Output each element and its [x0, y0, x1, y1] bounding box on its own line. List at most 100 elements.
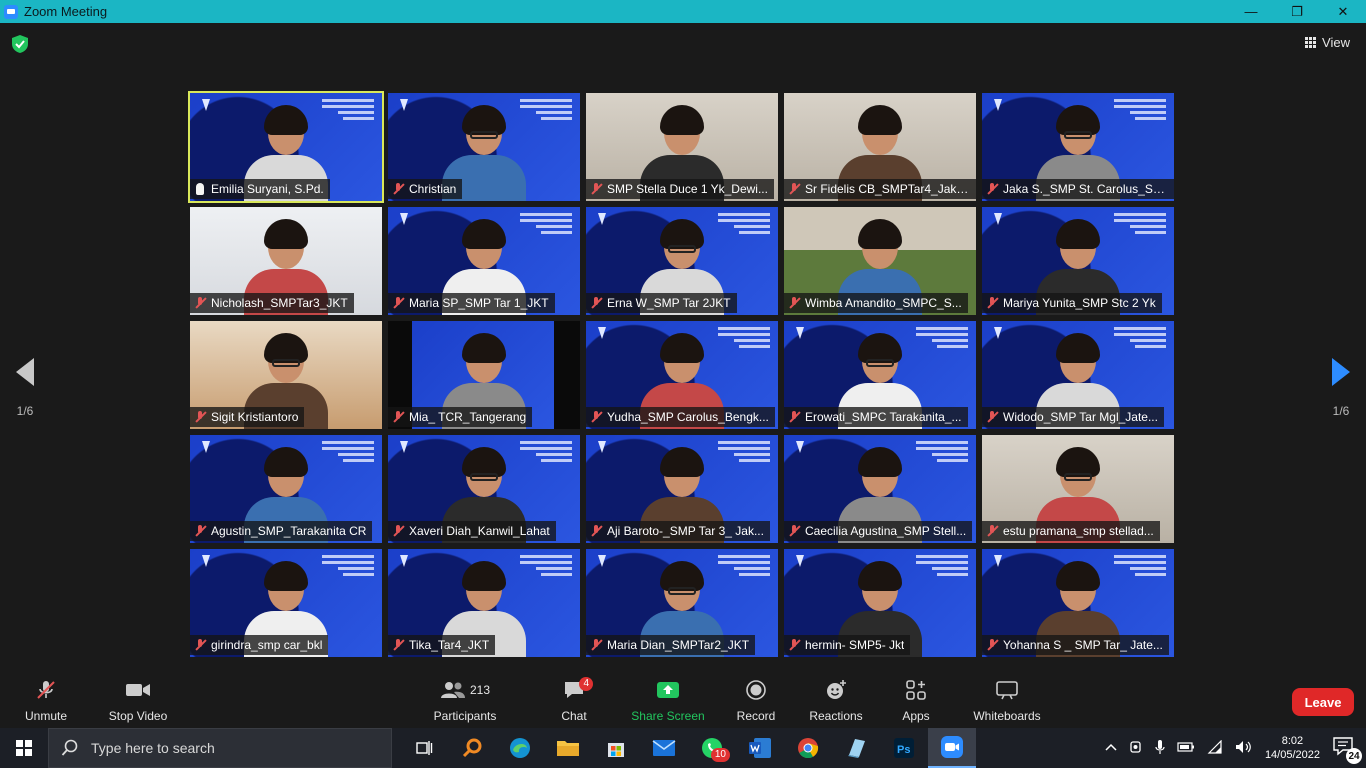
edge-browser-icon[interactable] [496, 728, 544, 768]
wifi-icon[interactable] [1207, 739, 1223, 757]
participant-name-tag: girindra_smp car_bkl [190, 635, 329, 655]
apps-button[interactable]: Apps [898, 679, 934, 723]
participant-name-tag: Jaka S._SMP St. Carolus_Su... [982, 179, 1174, 199]
participant-name-tag: Yudha_SMP Carolus_Bengk... [586, 407, 775, 427]
participant-name-tag: hermin- SMP5- Jkt [784, 635, 911, 655]
participant-name: Xaveri Diah_Kanwil_Lahat [409, 524, 550, 538]
mic-muted-icon [788, 183, 800, 195]
participant-tile[interactable]: Mariya Yunita_SMP Stc 2 Yk [982, 207, 1174, 315]
mic-muted-icon [986, 297, 998, 309]
volume-icon[interactable] [1235, 740, 1253, 757]
virtual-background-banner [718, 441, 770, 465]
zoom-window: Zoom Meeting — ❐ ✕ View 1/6 1/6 Emilia S… [0, 0, 1366, 768]
participant-tile[interactable]: Erowati_SMPC Tarakanita_... [784, 321, 976, 429]
whatsapp-unread-badge: 10 [710, 748, 730, 762]
maximize-button[interactable]: ❐ [1274, 0, 1320, 23]
search-placeholder: Type here to search [91, 740, 215, 756]
participant-tile[interactable]: girindra_smp car_bkl [190, 549, 382, 657]
grid-view-icon [1305, 37, 1317, 48]
mic-muted-icon [392, 639, 404, 651]
reactions-smiley-icon [825, 679, 847, 701]
notepad-icon[interactable] [832, 728, 880, 768]
participant-tile[interactable]: Nicholash_SMPTar3_JKT [190, 207, 382, 315]
record-button[interactable]: Record [734, 679, 778, 723]
arrow-right-icon[interactable] [1332, 358, 1350, 386]
search-app-icon[interactable] [448, 728, 496, 768]
participant-tile[interactable]: hermin- SMP5- Jkt [784, 549, 976, 657]
whatsapp-icon[interactable]: 10 [688, 728, 736, 768]
stop-video-button[interactable]: Stop Video [106, 679, 170, 723]
minimize-button[interactable]: — [1228, 0, 1274, 23]
participant-tile[interactable]: Yudha_SMP Carolus_Bengk... [586, 321, 778, 429]
participants-count: 213 [469, 683, 491, 697]
task-view-icon[interactable] [400, 728, 448, 768]
participant-tile[interactable]: Sigit Kristiantoro [190, 321, 382, 429]
battery-icon[interactable] [1177, 741, 1195, 755]
participant-name: Erna W_SMP Tar 2JKT [607, 296, 731, 310]
participant-tile[interactable]: Wimba Amandito_SMPC_S... [784, 207, 976, 315]
mail-icon[interactable] [640, 728, 688, 768]
participant-tile[interactable]: Jaka S._SMP St. Carolus_Su... [982, 93, 1174, 201]
photoshop-icon[interactable]: Ps [880, 728, 928, 768]
taskbar-clock[interactable]: 8:02 14/05/2022 [1265, 734, 1320, 762]
participant-tile[interactable]: Mia_ TCR_Tangerang [388, 321, 580, 429]
security-shield-icon[interactable] [12, 35, 28, 53]
participant-tile[interactable]: Erna W_SMP Tar 2JKT [586, 207, 778, 315]
participant-name-tag: Wimba Amandito_SMPC_S... [784, 293, 968, 313]
participant-name-tag: Caecilia Agustina_SMP Stell... [784, 521, 973, 541]
participant-tile[interactable]: Yohanna S _ SMP Tar_ Jate... [982, 549, 1174, 657]
gallery-grid: Emilia Suryani, S.Pd. Christian SMP Stella… [188, 91, 1176, 657]
mic-muted-icon [194, 297, 206, 309]
participant-tile[interactable]: Sr Fidelis CB_SMPTar4_Jaka... [784, 93, 976, 201]
participant-tile[interactable]: Widodo_SMP Tar Mgl_Jate... [982, 321, 1174, 429]
share-screen-icon [656, 679, 680, 701]
participants-button[interactable]: 213 Participants [430, 679, 500, 723]
zoom-taskbar-icon[interactable] [928, 728, 976, 768]
show-hidden-icons-chevron-icon[interactable] [1105, 742, 1117, 754]
chat-button[interactable]: 4 Chat [556, 677, 593, 723]
participant-tile[interactable]: Xaveri Diah_Kanwil_Lahat [388, 435, 580, 543]
microsoft-store-icon[interactable] [592, 728, 640, 768]
mic-muted-icon [392, 297, 404, 309]
view-button[interactable]: View [1305, 35, 1350, 50]
apps-label: Apps [902, 709, 930, 723]
participant-tile[interactable]: Emilia Suryani, S.Pd. [188, 91, 384, 203]
participant-name: girindra_smp car_bkl [211, 638, 323, 652]
search-icon [61, 739, 78, 756]
virtual-background-banner [520, 555, 572, 579]
participant-tile[interactable]: Tika_Tar4_JKT [388, 549, 580, 657]
taskbar-search-box[interactable]: Type here to search [48, 728, 392, 768]
mic-muted-icon [788, 525, 800, 537]
participant-name-tag: Yohanna S _ SMP Tar_ Jate... [982, 635, 1169, 655]
reactions-button[interactable]: Reactions [808, 679, 864, 723]
word-icon[interactable] [736, 728, 784, 768]
leave-button[interactable]: Leave [1292, 688, 1354, 716]
participant-tile[interactable]: Maria Dian_SMPTar2_JKT [586, 549, 778, 657]
whiteboards-button[interactable]: Whiteboards [968, 679, 1046, 723]
mic-muted-icon [590, 639, 602, 651]
microphone-tray-icon[interactable] [1155, 739, 1165, 758]
mic-muted-icon [194, 411, 206, 423]
participant-tile[interactable]: estu pramana_smp stellad... [982, 435, 1174, 543]
mic-muted-icon [590, 525, 602, 537]
participant-tile[interactable]: Aji Baroto-_SMP Tar 3_ Jak... [586, 435, 778, 543]
next-page[interactable]: 1/6 [1332, 358, 1350, 418]
notification-center-icon[interactable]: 24 [1332, 736, 1362, 764]
participant-tile[interactable]: Christian [388, 93, 580, 201]
participant-tile[interactable]: Maria SP_SMP Tar 1_JKT [388, 207, 580, 315]
svg-text:Ps: Ps [897, 744, 910, 756]
camera-tray-icon[interactable] [1129, 740, 1143, 757]
file-explorer-icon[interactable] [544, 728, 592, 768]
share-screen-button[interactable]: Share Screen [630, 679, 706, 723]
start-button[interactable] [0, 728, 48, 768]
chrome-icon[interactable] [784, 728, 832, 768]
unmute-button[interactable]: Unmute [22, 679, 70, 723]
close-button[interactable]: ✕ [1320, 0, 1366, 23]
participant-tile[interactable]: Caecilia Agustina_SMP Stell... [784, 435, 976, 543]
participant-tile[interactable]: SMP Stella Duce 1 Yk_Dewi... [586, 93, 778, 201]
participant-tile[interactable]: Agustin_SMP_Tarakanita CR [190, 435, 382, 543]
record-label: Record [736, 709, 776, 723]
previous-page[interactable]: 1/6 [16, 358, 34, 418]
participant-name-tag: Agustin_SMP_Tarakanita CR [190, 521, 373, 541]
arrow-left-icon[interactable] [16, 358, 34, 386]
